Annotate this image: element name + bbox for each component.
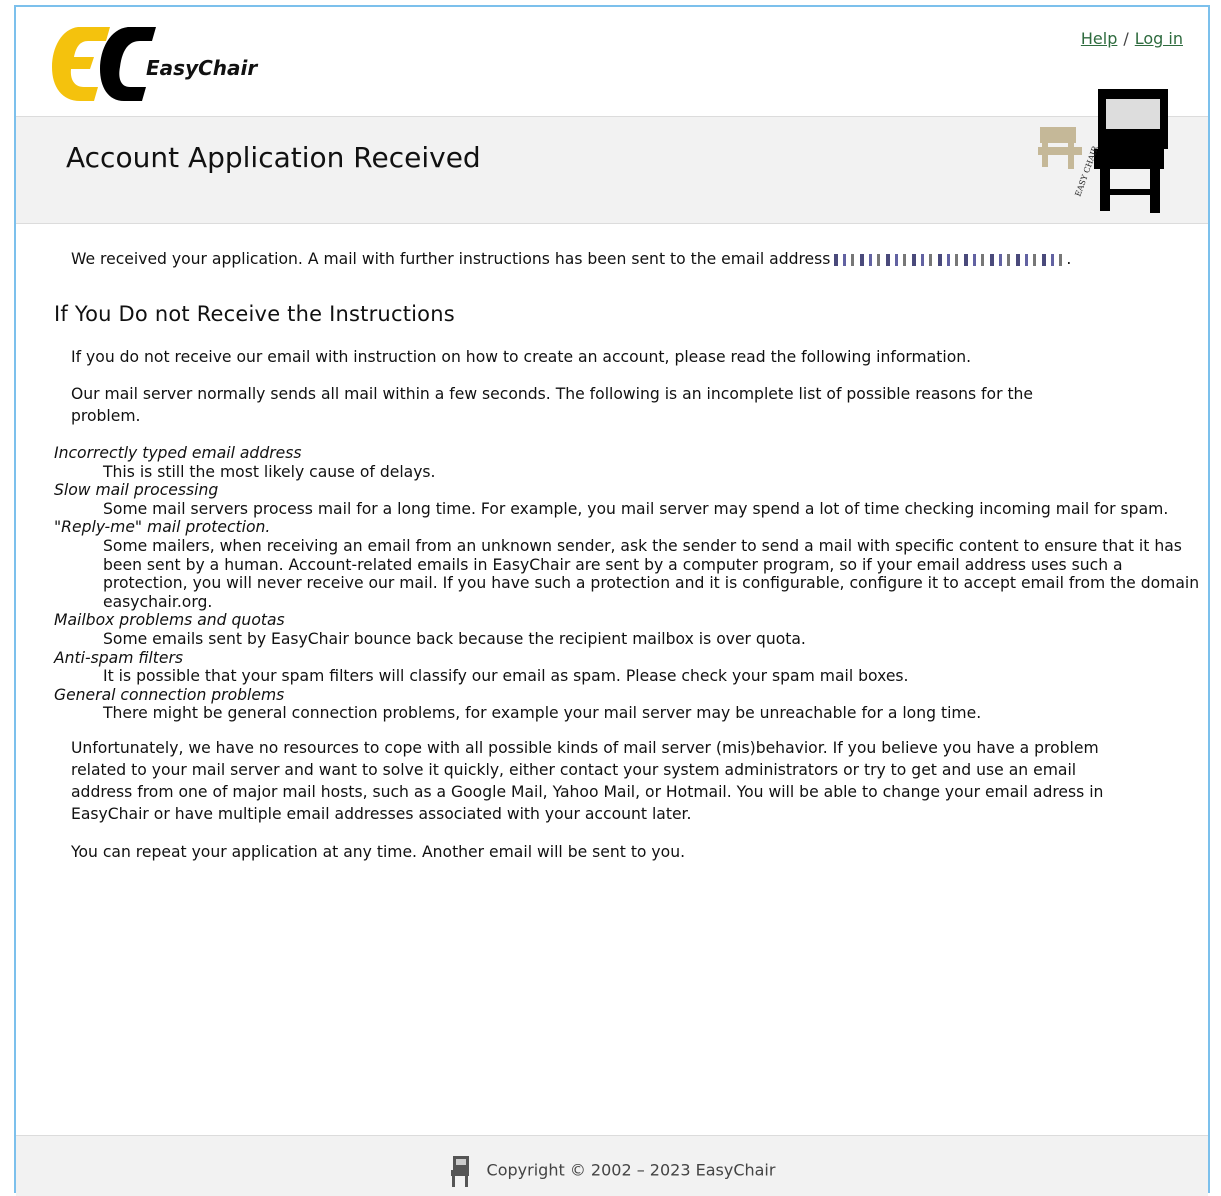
paragraph-mail-server: Our mail server normally sends all mail … xyxy=(71,385,1034,425)
reason-term: General connection problems xyxy=(54,685,285,704)
reason-term: Mailbox problems and quotas xyxy=(54,611,285,630)
reason-desc: Some mailers, when receiving an email fr… xyxy=(103,536,1200,611)
reasons-list: Incorrectly typed email address This is … xyxy=(54,444,1204,723)
links-separator: / xyxy=(1123,29,1129,48)
copyright-text: Copyright © 2002 – 2023 EasyChair xyxy=(486,1160,776,1180)
paragraph-repeat: You can repeat your application at any t… xyxy=(71,843,686,861)
reason-desc: It is possible that your spam filters wi… xyxy=(103,667,909,686)
paragraph-unfortunately: Unfortunately, we have no resources to c… xyxy=(71,739,1104,823)
reason-desc: Some emails sent by EasyChair bounce bac… xyxy=(103,629,806,648)
logo-text: EasyChair xyxy=(146,56,258,80)
section-heading: If You Do not Receive the Instructions xyxy=(54,302,455,326)
reason-term: "Reply-me" mail protection. xyxy=(54,518,271,537)
page-title: Account Application Received xyxy=(66,141,481,174)
reason-term: Anti-spam filters xyxy=(54,648,183,667)
title-bar: Account Application Received EASY CHAIR xyxy=(16,89,1208,224)
paragraph-intro-info: If you do not receive our email with ins… xyxy=(71,348,972,366)
intro-text: We received your application. A mail wit… xyxy=(71,250,1072,268)
reason-desc: This is still the most likely cause of d… xyxy=(103,462,436,481)
easychair-logo[interactable]: EasyChair xyxy=(50,23,270,105)
reason-term: Incorrectly typed email address xyxy=(54,444,302,462)
reason-term: Slow mail processing xyxy=(54,481,219,500)
reason-desc: Some mail servers process mail for a lon… xyxy=(103,499,1169,518)
help-link[interactable]: Help xyxy=(1081,29,1117,48)
login-link[interactable]: Log in xyxy=(1135,29,1183,48)
top-links: Help / Log in xyxy=(1081,29,1183,48)
footer: Copyright © 2002 – 2023 EasyChair xyxy=(16,1135,1208,1196)
redacted-email xyxy=(834,253,1067,266)
chair-illustration: EASY CHAIR xyxy=(1038,89,1168,213)
reason-desc: There might be general connection proble… xyxy=(103,704,982,723)
chair-icon xyxy=(450,1156,469,1187)
